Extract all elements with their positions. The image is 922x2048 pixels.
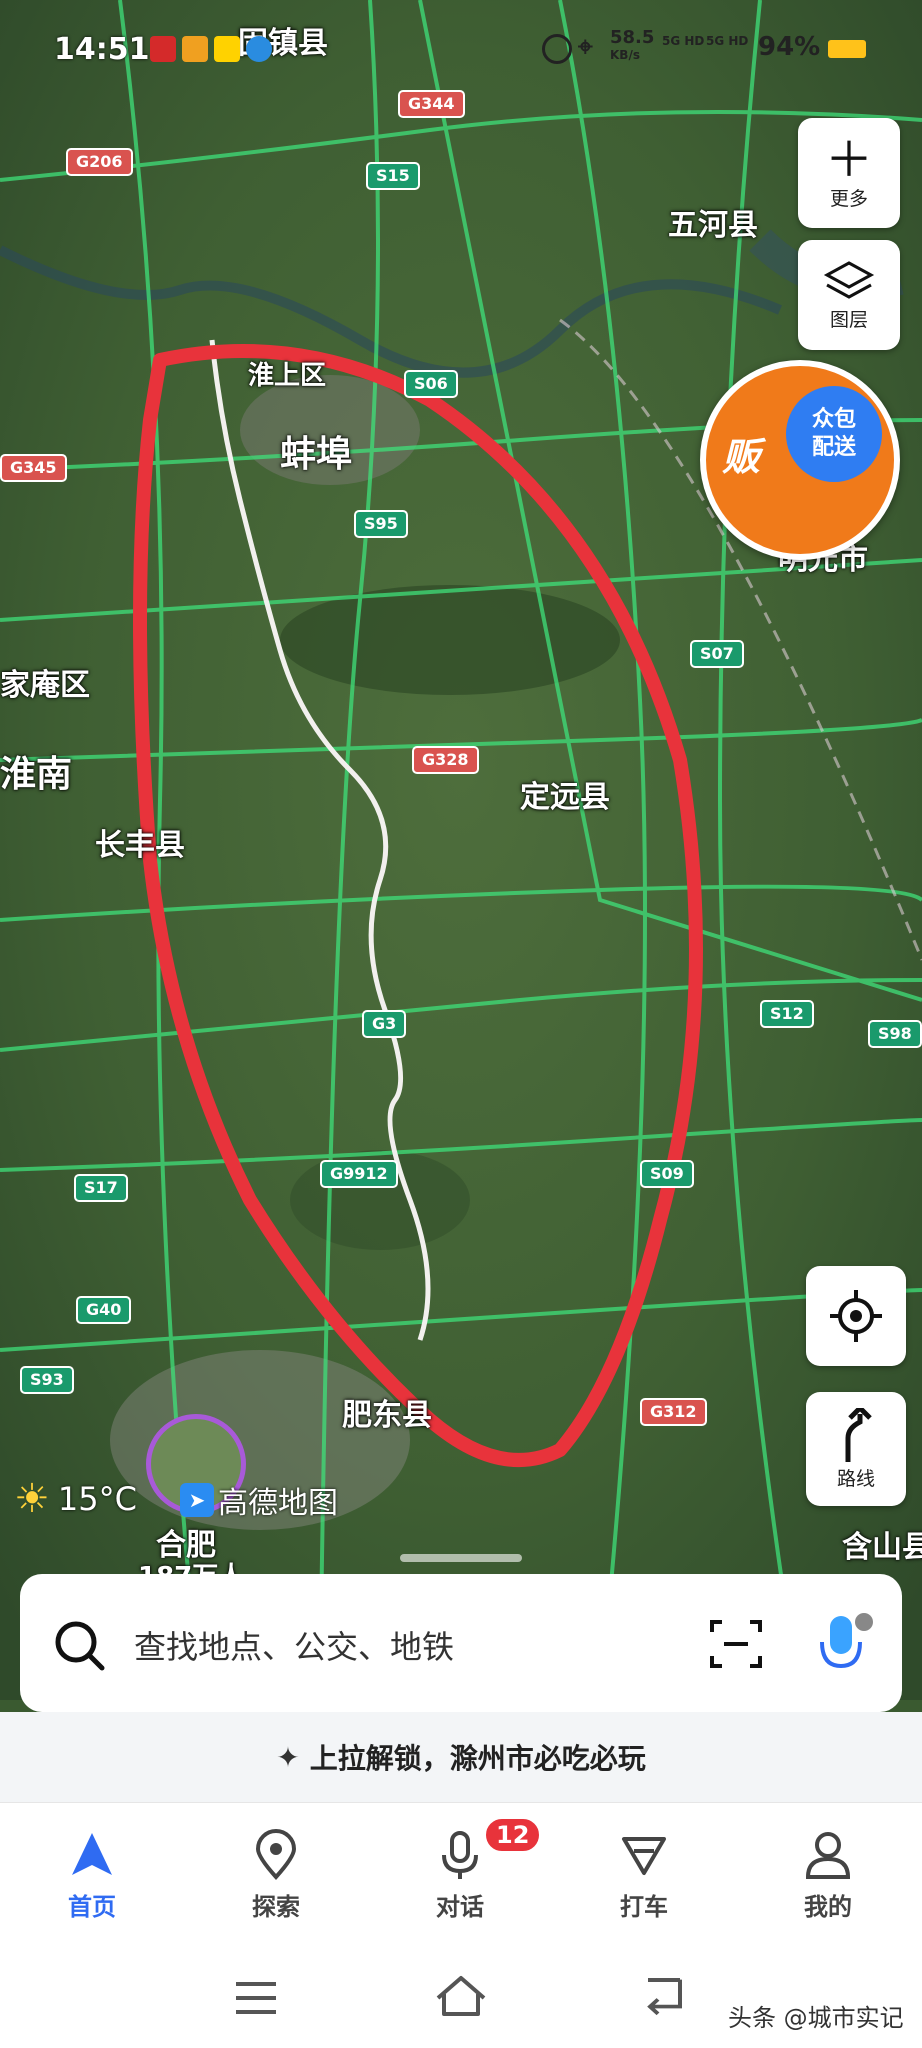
layers-label: 图层 xyxy=(829,308,868,331)
sheet-handle[interactable] xyxy=(400,1554,522,1562)
delivery-label-2: 配送 xyxy=(811,435,856,460)
notification-icons xyxy=(150,36,272,62)
locate-icon xyxy=(830,1290,882,1342)
road-shield: S17 xyxy=(74,1174,128,1202)
place-label: 肥东县 xyxy=(342,1398,432,1433)
status-bar: 14:51 ⌖ 58.5 KB/s 5G HD 5G HD 94% xyxy=(0,27,922,70)
road-shield: G206 xyxy=(66,148,133,176)
promo-text: 上拉解锁，滁州市必吃必玩 xyxy=(309,1742,646,1775)
app-notification-icon xyxy=(246,36,272,62)
watermark: 头条 @城市实记 xyxy=(728,2004,904,2032)
tab-label: 首页 xyxy=(68,1893,116,1921)
place-label: 含山县 xyxy=(842,1530,922,1565)
tab-profile[interactable]: 我的 xyxy=(768,1829,888,1922)
locate-button[interactable] xyxy=(806,1266,906,1366)
net-speed-value: 58.5 xyxy=(610,27,655,48)
plus-icon: ＋ xyxy=(824,131,873,188)
app-notification-icon xyxy=(150,36,176,62)
road-shield: G328 xyxy=(412,746,479,774)
tab-label: 探索 xyxy=(252,1893,300,1921)
voice-icon[interactable] xyxy=(810,1608,876,1674)
back-icon[interactable] xyxy=(644,1976,688,2016)
menu-icon[interactable] xyxy=(234,1980,278,2016)
tab-chat[interactable]: 对话 12 xyxy=(400,1817,542,1922)
tab-label: 打车 xyxy=(620,1893,668,1921)
road-shield: S07 xyxy=(690,640,744,668)
signal-2: 5G HD xyxy=(706,34,749,48)
app-notification-icon xyxy=(182,36,208,62)
net-speed: 58.5 KB/s xyxy=(610,27,655,63)
place-label: 长丰县 xyxy=(95,828,185,863)
weather-widget[interactable]: ☀ 15°C xyxy=(14,1476,137,1522)
alarm-icon xyxy=(542,34,572,64)
tab-home[interactable]: 首页 xyxy=(32,1829,152,1922)
road-shield: S93 xyxy=(20,1366,74,1394)
sparkle-icon: ✦ xyxy=(276,1740,300,1774)
home-icon[interactable] xyxy=(434,1974,488,2018)
bottom-tab-bar: 首页 探索 对话 12 打车 我的 xyxy=(0,1802,922,1953)
scan-icon[interactable] xyxy=(710,1618,762,1670)
tab-taxi[interactable]: 打车 xyxy=(584,1829,704,1922)
unread-badge: 12 xyxy=(484,1817,542,1853)
amap-icon: ➤ xyxy=(180,1483,214,1517)
tab-explore[interactable]: 探索 xyxy=(216,1829,336,1922)
signal-1: 5G HD xyxy=(662,34,705,48)
navigation-arrow-icon xyxy=(72,1833,112,1875)
promo-strip[interactable]: ✦ 上拉解锁，滁州市必吃必玩 xyxy=(0,1712,922,1802)
location-icon: ⌖ xyxy=(578,32,593,62)
brand-name: 高德地图 xyxy=(218,1486,338,1521)
map-pin-icon xyxy=(255,1829,297,1880)
tab-label: 我的 xyxy=(804,1893,852,1921)
road-shield: S06 xyxy=(404,370,458,398)
place-label: 淮上区 xyxy=(248,361,327,391)
road-shield: G9912 xyxy=(320,1160,398,1188)
road-shield: G312 xyxy=(640,1398,707,1426)
tab-label: 对话 xyxy=(436,1893,484,1921)
battery-icon xyxy=(828,40,866,58)
place-label: 五河县 xyxy=(668,208,758,243)
road-shield: G40 xyxy=(76,1296,132,1324)
route-turn-icon xyxy=(845,1407,872,1462)
delivery-label-1: 众包 xyxy=(811,407,856,432)
place-label: 家庵区 xyxy=(0,668,90,703)
delivery-button[interactable]: 众包 配送 xyxy=(786,386,882,482)
more-button[interactable]: ＋ 更多 xyxy=(798,118,900,228)
road-shield: G345 xyxy=(0,454,67,482)
user-icon xyxy=(805,1832,851,1879)
route-label: 路线 xyxy=(836,1467,875,1490)
road-shield: G3 xyxy=(362,1010,407,1038)
search-input[interactable]: 查找地点、公交、地铁 xyxy=(134,1622,454,1668)
promo-logo: 贩 xyxy=(722,435,761,479)
status-time: 14:51 xyxy=(54,32,150,67)
place-label: 定远县 xyxy=(520,780,610,815)
route-button[interactable]: 路线 xyxy=(806,1392,906,1506)
sun-icon: ☀ xyxy=(14,1476,50,1522)
app-notification-icon xyxy=(214,36,240,62)
layers-icon xyxy=(823,260,875,299)
battery-percent: 94% xyxy=(758,32,821,62)
more-label: 更多 xyxy=(829,187,868,210)
system-nav-bar: 头条 @城市实记 xyxy=(0,1952,922,2048)
brand-logo: ➤ 高德地图 xyxy=(180,1478,338,1522)
city-label: 淮南 xyxy=(0,754,73,795)
road-shield: S09 xyxy=(640,1160,694,1188)
road-shield: S95 xyxy=(354,510,408,538)
city-label: 蚌埠 xyxy=(280,434,353,475)
layers-button[interactable]: 图层 xyxy=(798,240,900,350)
road-shield: S12 xyxy=(760,1000,814,1028)
search-icon xyxy=(55,1621,105,1671)
road-shield: S15 xyxy=(366,162,420,190)
microphone-icon xyxy=(442,1831,478,1879)
road-shield: S98 xyxy=(868,1020,922,1048)
net-speed-unit: KB/s xyxy=(610,48,640,62)
road-shield: G344 xyxy=(398,90,465,118)
search-bar[interactable]: 查找地点、公交、地铁 xyxy=(20,1574,902,1712)
temperature: 15°C xyxy=(57,1480,137,1518)
taxi-flag-icon xyxy=(622,1837,666,1875)
